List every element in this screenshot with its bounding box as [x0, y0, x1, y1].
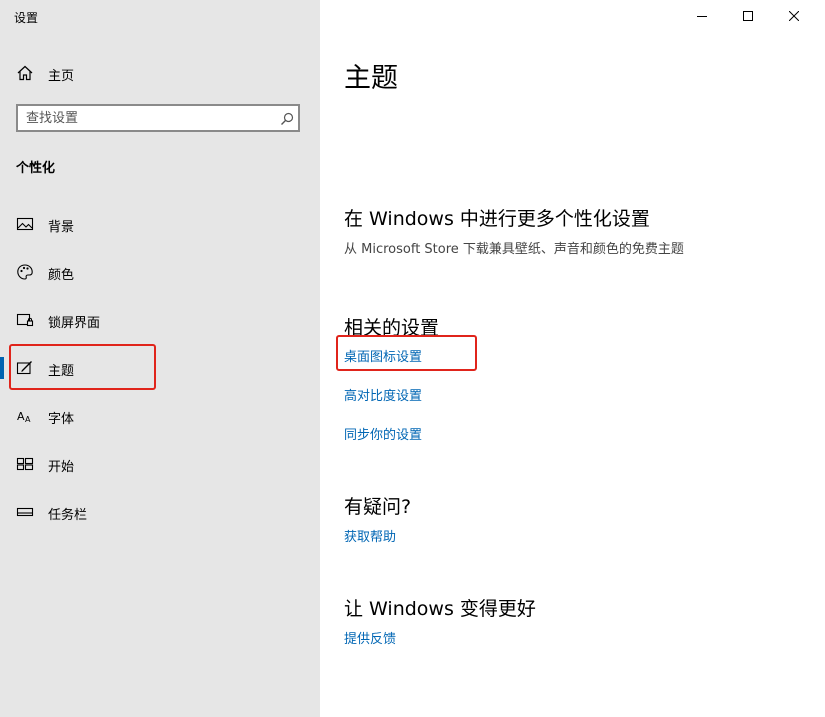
sidebar-item-home[interactable]: 主页 — [0, 58, 320, 88]
svg-text:A: A — [17, 410, 25, 423]
selected-indicator — [0, 357, 4, 379]
close-icon — [789, 11, 799, 21]
desktop-icon-settings-link[interactable]: 桌面图标设置 — [344, 346, 422, 365]
page-title: 主题 — [344, 63, 398, 94]
give-feedback-link[interactable]: 提供反馈 — [344, 628, 396, 647]
sidebar-item-start[interactable]: 开始 — [0, 447, 320, 481]
improve-windows-heading: 让 Windows 变得更好 — [344, 598, 536, 620]
sidebar-item-taskbar[interactable]: 任务栏 — [0, 495, 320, 529]
minimize-button[interactable] — [679, 0, 725, 32]
sidebar-item-label: 颜色 — [48, 268, 75, 283]
main-content: 主题 在 Windows 中进行更多个性化设置 从 Microsoft Stor… — [320, 0, 825, 717]
start-icon — [16, 455, 34, 473]
maximize-button[interactable] — [725, 0, 771, 32]
theme-icon — [16, 359, 34, 377]
sidebar-item-label: 锁屏界面 — [48, 316, 101, 331]
svg-text:A: A — [25, 415, 31, 424]
sidebar-item-label: 开始 — [48, 460, 75, 475]
sync-settings-link[interactable]: 同步你的设置 — [344, 424, 422, 443]
window-title: 设置 — [14, 11, 39, 25]
sidebar-item-colors[interactable]: 颜色 — [0, 255, 320, 289]
related-settings-heading: 相关的设置 — [344, 317, 440, 339]
sidebar-item-theme[interactable]: 主题 — [0, 351, 320, 385]
sidebar-item-fonts[interactable]: A A 字体 — [0, 399, 320, 433]
sidebar-item-label: 主题 — [48, 364, 75, 379]
maximize-icon — [743, 11, 753, 21]
palette-icon — [16, 263, 34, 281]
minimize-icon — [697, 16, 707, 17]
section-title: 个性化 — [16, 161, 56, 176]
question-heading: 有疑问? — [344, 496, 412, 518]
taskbar-icon — [16, 503, 34, 521]
sidebar-item-label: 背景 — [48, 220, 75, 235]
more-personalization-heading: 在 Windows 中进行更多个性化设置 — [344, 208, 650, 230]
close-button[interactable] — [771, 0, 817, 32]
sidebar-item-label: 字体 — [48, 412, 75, 427]
sidebar-item-background[interactable]: 背景 — [0, 207, 320, 241]
search-input[interactable] — [16, 104, 300, 132]
sidebar-item-label: 主页 — [48, 69, 75, 84]
sidebar-item-label: 任务栏 — [48, 508, 88, 523]
more-personalization-description: 从 Microsoft Store 下载兼具壁纸、声音和颜色的免费主题 — [344, 242, 684, 257]
font-icon: A A — [16, 407, 34, 425]
window-controls — [685, 0, 825, 32]
search-icon[interactable] — [280, 111, 294, 125]
home-icon — [16, 64, 34, 82]
high-contrast-settings-link[interactable]: 高对比度设置 — [344, 385, 422, 404]
picture-icon — [16, 215, 34, 233]
sidebar: 设置 主页 个性化 背景 — [0, 0, 320, 717]
get-help-link[interactable]: 获取帮助 — [344, 526, 396, 545]
lock-screen-icon — [16, 311, 34, 329]
sidebar-item-lock-screen[interactable]: 锁屏界面 — [0, 303, 320, 337]
